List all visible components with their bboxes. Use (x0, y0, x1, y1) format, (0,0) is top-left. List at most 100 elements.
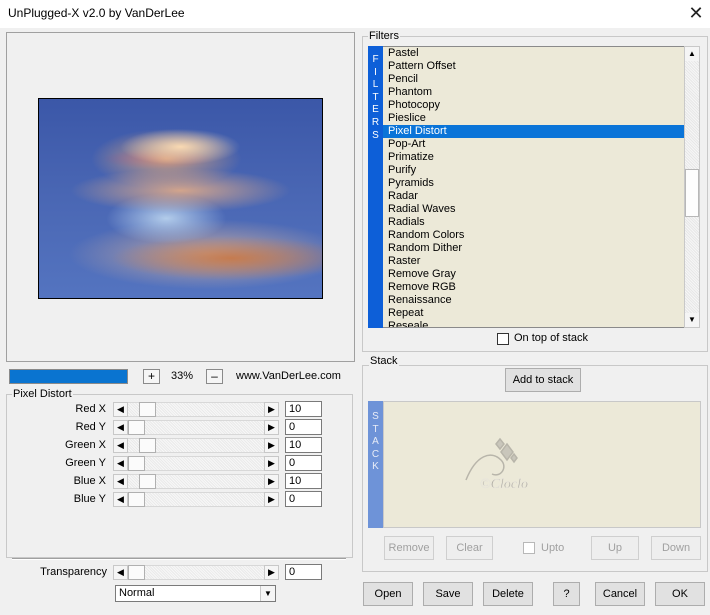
filter-item[interactable]: Photocopy (383, 99, 684, 112)
transparency-slider[interactable]: ◀ ▶ (113, 565, 279, 580)
filter-item[interactable]: Radar (383, 190, 684, 203)
add-to-stack-button[interactable]: Add to stack (505, 368, 581, 392)
down-button[interactable]: Down (651, 536, 701, 560)
filter-item[interactable]: Primatize (383, 151, 684, 164)
filter-item[interactable]: Pop-Art (383, 138, 684, 151)
watermark-text: ©Cloclo (480, 477, 528, 492)
red-y-slider[interactable]: ◀ ▶ (113, 420, 279, 435)
up-button[interactable]: Up (591, 536, 639, 560)
filter-item[interactable]: Raster (383, 255, 684, 268)
website-link[interactable]: www.VanDerLee.com (236, 370, 341, 382)
preview-panel (6, 32, 355, 362)
filter-item[interactable]: Pattern Offset (383, 60, 684, 73)
green-x-slider[interactable]: ◀ ▶ (113, 438, 279, 453)
vlabel-letter: K (372, 461, 379, 473)
slider-left-arrow-icon[interactable]: ◀ (113, 492, 128, 507)
blue-y-slider[interactable]: ◀ ▶ (113, 492, 279, 507)
vlabel-letter: L (372, 79, 379, 91)
filter-item[interactable]: Pencil (383, 73, 684, 86)
preview-image[interactable] (38, 98, 323, 299)
filter-item[interactable]: Radial Waves (383, 203, 684, 216)
progress-bar (9, 369, 128, 384)
vlabel-letter: R (371, 116, 380, 128)
slider-right-arrow-icon[interactable]: ▶ (264, 420, 279, 435)
blue-y-input[interactable]: 0 (285, 491, 322, 507)
filter-item[interactable]: Remove RGB (383, 281, 684, 294)
clear-button[interactable]: Clear (446, 536, 493, 560)
slider-left-arrow-icon[interactable]: ◀ (113, 420, 128, 435)
slider-track[interactable] (128, 420, 264, 435)
slider-right-arrow-icon[interactable]: ▶ (264, 565, 279, 580)
close-icon[interactable]: ✕ (684, 2, 708, 24)
blend-mode-select[interactable]: Normal ▼ (115, 585, 276, 602)
params-group-label: Pixel Distort (12, 388, 73, 400)
blue-x-input[interactable]: 10 (285, 473, 322, 489)
filter-item[interactable]: Repeat (383, 307, 684, 320)
filter-item[interactable]: Pastel (383, 47, 684, 60)
transparency-label: Transparency (40, 566, 107, 578)
slider-thumb[interactable] (139, 474, 156, 489)
filter-item[interactable]: Pyramids (383, 177, 684, 190)
slider-left-arrow-icon[interactable]: ◀ (113, 565, 128, 580)
cancel-button[interactable]: Cancel (595, 582, 645, 606)
blue-x-slider[interactable]: ◀ ▶ (113, 474, 279, 489)
help-button[interactable]: ? (553, 582, 580, 606)
blue-x-label: Blue X (73, 475, 106, 487)
slider-left-arrow-icon[interactable]: ◀ (113, 456, 128, 471)
filter-item[interactable]: Phantom (383, 86, 684, 99)
filter-item[interactable]: Reseale (383, 320, 684, 327)
filter-item-selected[interactable]: Pixel Distort (383, 125, 684, 138)
filter-item[interactable]: Purify (383, 164, 684, 177)
green-y-slider[interactable]: ◀ ▶ (113, 456, 279, 471)
slider-track[interactable] (128, 492, 264, 507)
slider-right-arrow-icon[interactable]: ▶ (264, 492, 279, 507)
on-top-checkbox[interactable] (497, 333, 509, 345)
slider-right-arrow-icon[interactable]: ▶ (264, 402, 279, 417)
slider-thumb[interactable] (139, 438, 156, 453)
stack-list[interactable]: ©Cloclo (383, 401, 701, 528)
vlabel-letter: F (372, 54, 379, 65)
upto-label: Upto (541, 542, 565, 554)
slider-track[interactable] (128, 565, 264, 580)
slider-right-arrow-icon[interactable]: ▶ (264, 438, 279, 453)
filters-list[interactable]: Pastel Pattern Offset Pencil Phantom Pho… (383, 46, 684, 328)
red-y-label: Red Y (75, 421, 106, 433)
slider-track[interactable] (128, 456, 264, 471)
slider-left-arrow-icon[interactable]: ◀ (113, 402, 128, 417)
slider-thumb[interactable] (128, 420, 145, 435)
vlabel-letter: A (372, 436, 379, 448)
filter-item[interactable]: Renaissance (383, 294, 684, 307)
zoom-in-button[interactable]: + (143, 369, 160, 384)
upto-checkbox[interactable] (523, 542, 535, 554)
filter-item[interactable]: Remove Gray (383, 268, 684, 281)
red-x-slider[interactable]: ◀ ▶ (113, 402, 279, 417)
slider-thumb[interactable] (128, 565, 145, 580)
green-x-input[interactable]: 10 (285, 437, 322, 453)
slider-thumb[interactable] (128, 492, 145, 507)
slider-left-arrow-icon[interactable]: ◀ (113, 438, 128, 453)
slider-thumb[interactable] (139, 402, 156, 417)
red-y-input[interactable]: 0 (285, 419, 322, 435)
slider-right-arrow-icon[interactable]: ▶ (264, 474, 279, 489)
slider-left-arrow-icon[interactable]: ◀ (113, 474, 128, 489)
filters-scrollbar[interactable]: ▲ ▼ (684, 46, 700, 328)
zoom-out-button[interactable]: – (206, 369, 223, 384)
filter-item[interactable]: Random Dither (383, 242, 684, 255)
green-y-input[interactable]: 0 (285, 455, 322, 471)
save-button[interactable]: Save (423, 582, 473, 606)
slider-thumb[interactable] (128, 456, 145, 471)
chevron-down-icon[interactable]: ▼ (260, 586, 275, 601)
remove-button[interactable]: Remove (384, 536, 434, 560)
ok-button[interactable]: OK (655, 582, 705, 606)
filter-item[interactable]: Pieslice (383, 112, 684, 125)
scroll-down-arrow-icon[interactable]: ▼ (685, 313, 699, 327)
slider-right-arrow-icon[interactable]: ▶ (264, 456, 279, 471)
filter-item[interactable]: Random Colors (383, 229, 684, 242)
scrollbar-thumb[interactable] (685, 169, 699, 217)
delete-button[interactable]: Delete (483, 582, 533, 606)
transparency-input[interactable]: 0 (285, 564, 322, 580)
red-x-input[interactable]: 10 (285, 401, 322, 417)
filter-item[interactable]: Radials (383, 216, 684, 229)
scroll-up-arrow-icon[interactable]: ▲ (685, 47, 699, 61)
open-button[interactable]: Open (363, 582, 413, 606)
